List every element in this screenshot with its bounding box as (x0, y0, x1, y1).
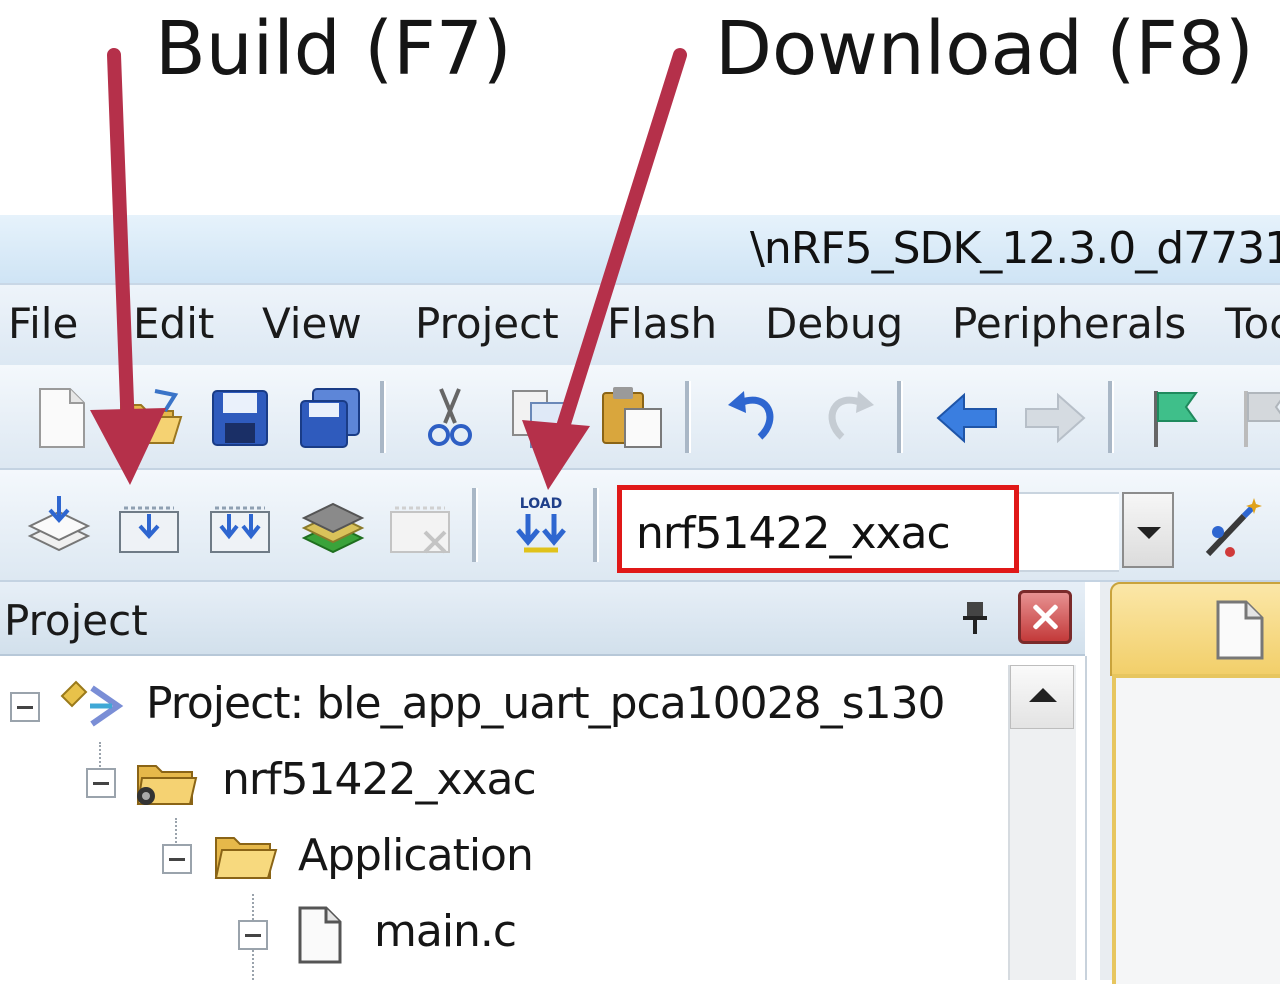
project-tree: Project: ble_app_uart_pca10028_s130 nrf5… (0, 656, 1087, 980)
menu-debug[interactable]: Debug (765, 299, 903, 348)
document-icon (1210, 598, 1270, 662)
toolbar-separator (380, 381, 386, 453)
project-panel-header: Project (0, 582, 1085, 656)
toolbar-separator (685, 381, 691, 453)
toolbar-separator (472, 488, 478, 562)
editor-area (1100, 582, 1280, 984)
open-folder-icon[interactable] (115, 383, 185, 453)
collapse-toggle[interactable] (162, 844, 192, 874)
build-callout-label: Build (F7) (155, 6, 512, 92)
menu-bar: File Edit View Project Flash Debug Perip… (0, 283, 1280, 367)
more-icon[interactable] (1230, 383, 1280, 453)
tree-item-project[interactable]: Project: ble_app_uart_pca10028_s130 (0, 676, 1000, 736)
menu-peripherals[interactable]: Peripherals (952, 299, 1186, 348)
menu-view[interactable]: View (262, 299, 362, 348)
editor-tab[interactable] (1110, 582, 1280, 676)
bookmark-flag-icon[interactable] (1140, 383, 1210, 453)
tree-item-group[interactable]: Application (0, 828, 1000, 888)
toolbar-separator (593, 488, 599, 562)
target-folder-icon (132, 752, 202, 812)
collapse-toggle[interactable] (86, 768, 116, 798)
nav-back-icon[interactable] (932, 383, 1002, 453)
load-icon[interactable]: LOAD (506, 490, 576, 560)
tree-item-label: Application (298, 830, 534, 881)
copy-icon[interactable] (505, 383, 575, 453)
redo-icon[interactable] (812, 383, 882, 453)
menu-tools[interactable]: Tools (1225, 299, 1280, 348)
menu-project[interactable]: Project (415, 299, 559, 348)
undo-icon[interactable] (720, 383, 790, 453)
paste-icon[interactable] (597, 383, 667, 453)
build-icon[interactable] (114, 492, 184, 562)
menu-flash[interactable]: Flash (607, 299, 717, 348)
save-all-icon[interactable] (295, 383, 365, 453)
pin-icon[interactable] (955, 598, 995, 638)
file-icon (290, 904, 350, 964)
folder-icon (210, 828, 280, 888)
new-file-icon[interactable] (26, 383, 96, 453)
collapse-toggle[interactable] (10, 692, 40, 722)
options-wand-icon[interactable] (1198, 492, 1268, 562)
download-callout-label: Download (F8) (715, 6, 1254, 92)
tree-item-target[interactable]: nrf51422_xxac (0, 752, 1000, 812)
editor-content[interactable] (1112, 674, 1280, 984)
collapse-toggle[interactable] (238, 920, 268, 950)
svg-text:LOAD: LOAD (520, 496, 562, 512)
toolbar-separator (1108, 381, 1114, 453)
stop-build-icon[interactable] (385, 492, 455, 562)
tree-item-label: main.c (374, 906, 517, 957)
window-title-bar: \nRF5_SDK_12.3.0_d7731ac (0, 215, 1280, 283)
cut-icon[interactable] (415, 383, 485, 453)
tree-item-label: nrf51422_xxac (222, 754, 537, 805)
tree-item-file[interactable]: main.c (0, 904, 1000, 964)
menu-file[interactable]: File (8, 299, 78, 348)
tree-item-label: Project: ble_app_uart_pca10028_s130 (146, 678, 946, 729)
file-toolbar (0, 365, 1280, 470)
project-panel-title: Project (4, 596, 148, 645)
project-tree-scrollbar[interactable] (1008, 665, 1076, 980)
project-icon (56, 676, 126, 736)
rebuild-icon[interactable] (205, 492, 275, 562)
target-select-input[interactable]: nrf51422_xxac (617, 485, 1019, 573)
toolbar-separator (897, 381, 903, 453)
batch-build-icon[interactable] (298, 492, 368, 562)
build-toolbar: LOAD nrf51422_xxac (0, 470, 1280, 582)
target-select-field[interactable] (1019, 492, 1119, 572)
target-select-value: nrf51422_xxac (636, 508, 951, 559)
window-title: \nRF5_SDK_12.3.0_d7731ac (750, 223, 1280, 274)
scroll-up-button[interactable] (1010, 665, 1074, 729)
nav-forward-icon[interactable] (1020, 383, 1090, 453)
save-icon[interactable] (205, 383, 275, 453)
menu-edit[interactable]: Edit (133, 299, 214, 348)
close-panel-button[interactable] (1018, 590, 1072, 644)
target-dropdown-button[interactable] (1122, 492, 1174, 568)
translate-icon[interactable] (24, 492, 94, 562)
